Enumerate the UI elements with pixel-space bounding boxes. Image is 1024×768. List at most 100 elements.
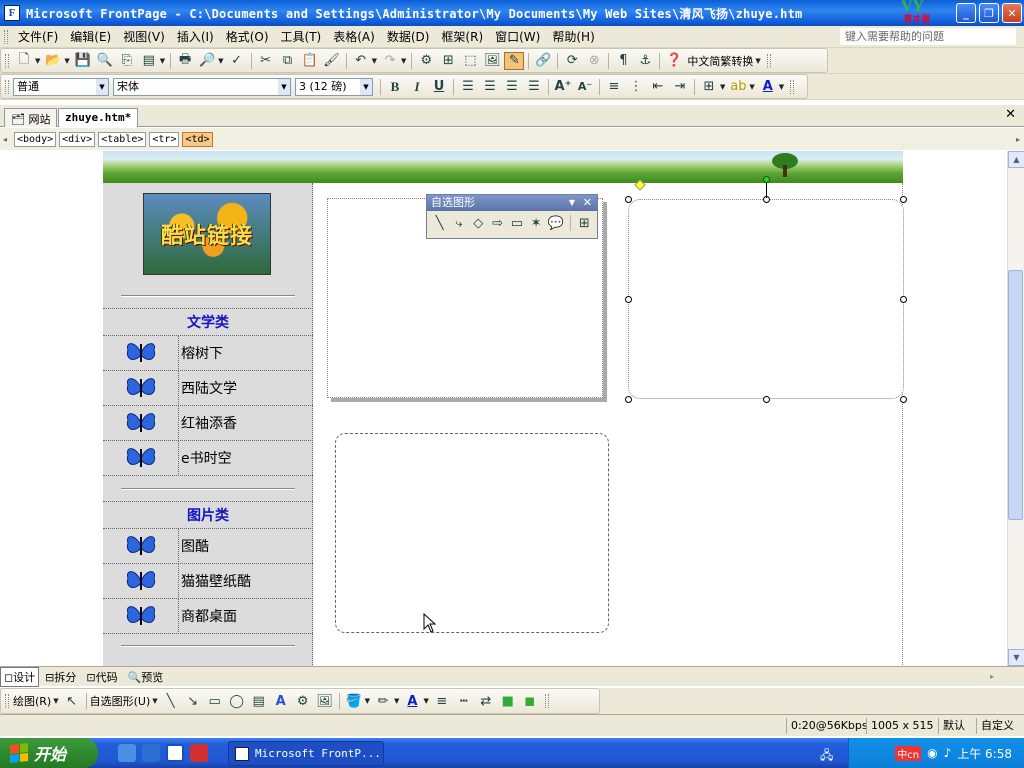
drawing-icon[interactable]: ✎	[504, 51, 525, 70]
highlight-icon[interactable]: ab	[728, 78, 748, 96]
anchor-icon[interactable]: ⚓	[635, 52, 655, 70]
dash-style-icon[interactable]: ┅	[454, 692, 474, 710]
print-icon[interactable]: 🖶	[175, 52, 195, 70]
italic-button[interactable]: I	[407, 78, 427, 96]
link-item[interactable]: e书时空	[103, 440, 313, 476]
close-toolbar-icon[interactable]: ✕	[583, 195, 592, 211]
crumb-table[interactable]: <table>	[98, 131, 147, 147]
dropdown-arrow-icon[interactable]: ▼	[53, 697, 58, 705]
draw-menu-button[interactable]: 绘图(R)	[13, 693, 51, 709]
spelling-icon[interactable]: ✓	[227, 52, 247, 70]
dashed-rounded-shape[interactable]	[335, 433, 609, 633]
frontpage-quicklaunch-icon[interactable]	[166, 744, 184, 762]
dropdown-arrow-icon[interactable]: ▼	[64, 57, 69, 65]
align-right-icon[interactable]: ☰	[502, 78, 522, 96]
align-left-icon[interactable]: ☰	[458, 78, 478, 96]
close-document-icon[interactable]: ✕	[1005, 107, 1016, 122]
tab-design[interactable]: ◻设计	[0, 666, 40, 687]
menu-data[interactable]: 数据(D)	[381, 28, 436, 45]
menu-edit[interactable]: 编辑(E)	[64, 28, 117, 45]
resize-handle[interactable]	[625, 196, 632, 203]
flowchart-icon[interactable]: ▭	[509, 214, 524, 232]
dropdown-arrow-icon[interactable]: ▼	[365, 697, 370, 705]
search-icon[interactable]: 🔍	[95, 52, 115, 70]
fill-color-icon[interactable]: 🪣	[344, 692, 364, 710]
insert-layer-icon[interactable]: ⬚	[460, 52, 480, 70]
textbox-icon[interactable]: ▤	[249, 692, 269, 710]
resize-handle[interactable]	[625, 396, 632, 403]
toolbar-grip[interactable]	[5, 694, 9, 708]
cut-icon[interactable]: ✂	[256, 52, 276, 70]
open-folder-icon[interactable]: 📂	[43, 52, 63, 70]
link-item[interactable]: 图酷	[103, 528, 313, 564]
scroll-left-icon[interactable]: ◂	[3, 135, 7, 144]
tab-code[interactable]: ⊡代码	[82, 667, 121, 687]
ime-indicator-icon[interactable]: 中cn	[895, 745, 922, 761]
line-icon[interactable]: ╲	[161, 692, 181, 710]
crumb-div[interactable]: <div>	[59, 131, 96, 147]
menu-format[interactable]: 格式(O)	[220, 28, 275, 45]
tray-app-icon[interactable]: ◉	[927, 746, 937, 760]
restore-button[interactable]: ❐	[979, 3, 999, 23]
toolbar-grip[interactable]	[4, 29, 8, 44]
help-icon[interactable]: ❓	[664, 52, 684, 70]
volume-icon[interactable]: ♪	[944, 746, 952, 760]
dropdown-arrow-icon[interactable]: ▼	[160, 57, 165, 65]
frontpage-app-icon[interactable]: F	[4, 5, 20, 21]
close-window-button[interactable]: ✕	[1002, 3, 1022, 23]
rounded-rectangle-shape[interactable]	[628, 199, 904, 399]
dropdown-arrow-icon[interactable]: ▼	[779, 83, 784, 91]
scroll-down-icon[interactable]: ▼	[1008, 649, 1024, 666]
toolbar-options-icon[interactable]: ▼	[569, 195, 575, 211]
toolbar-grip[interactable]	[544, 694, 549, 708]
custom-mode[interactable]: 自定义	[976, 718, 1018, 734]
paste-icon[interactable]: 📋	[300, 52, 320, 70]
borders-icon[interactable]: ⊞	[699, 78, 719, 96]
tab-site[interactable]: 🗂 网站	[4, 108, 58, 127]
decrease-font-icon[interactable]: A⁻	[575, 78, 595, 96]
resize-handle[interactable]	[625, 296, 632, 303]
connectors-icon[interactable]: ⤷	[451, 214, 466, 232]
clock[interactable]: 上午 6:58	[957, 745, 1012, 762]
arrow-icon[interactable]: ↘	[183, 692, 203, 710]
scrollbar-thumb[interactable]	[1008, 270, 1023, 520]
font-select[interactable]: 宋体 ▼	[113, 77, 291, 96]
rectangle-icon[interactable]: ▭	[205, 692, 225, 710]
dropdown-arrow-icon[interactable]: ▼	[35, 57, 40, 65]
link-item[interactable]: 商都桌面	[103, 598, 313, 634]
publish-icon[interactable]: ⎘	[117, 52, 137, 70]
scroll-up-icon[interactable]: ▲	[1008, 151, 1024, 168]
dropdown-arrow-icon[interactable]: ▼	[372, 57, 377, 65]
arrow-style-icon[interactable]: ⇄	[476, 692, 496, 710]
oval-icon[interactable]: ◯	[227, 692, 247, 710]
wordart-icon[interactable]: A	[271, 692, 291, 710]
style-select[interactable]: 普通 ▼	[13, 77, 109, 96]
basic-shapes-icon[interactable]: ◇	[471, 214, 486, 232]
tab-split[interactable]: ⊟拆分	[41, 667, 80, 687]
toolbar-grip[interactable]	[5, 79, 9, 94]
menu-frames[interactable]: 框架(R)	[435, 28, 489, 45]
scroll-right-icon[interactable]: ▸	[990, 672, 994, 681]
resize-handle[interactable]	[900, 296, 907, 303]
line-color-icon[interactable]: ✏	[373, 692, 393, 710]
font-size-select[interactable]: 3 (12 磅) ▼	[295, 77, 373, 96]
dropdown-arrow-icon[interactable]: ▼	[755, 57, 760, 65]
autoshapes-menu-button[interactable]: 自选图形(U)	[90, 693, 151, 709]
more-autoshapes-icon[interactable]: ⊞	[577, 214, 592, 232]
link-item[interactable]: 榕树下	[103, 335, 313, 371]
font-color-icon[interactable]: A	[758, 78, 778, 96]
undo-icon[interactable]: ↶	[351, 52, 371, 70]
menu-help[interactable]: 帮助(H)	[546, 28, 600, 45]
decrease-indent-icon[interactable]: ⇤	[648, 78, 668, 96]
cool-sites-picture[interactable]: 酷站链接	[143, 193, 271, 275]
default-mode[interactable]: 默认	[938, 718, 969, 734]
bold-button[interactable]: B	[385, 78, 405, 96]
picture-icon[interactable]: 🖼	[315, 692, 335, 710]
menu-table[interactable]: 表格(A)	[327, 28, 381, 45]
explorer-quicklaunch-icon[interactable]	[142, 744, 160, 762]
block-arrows-icon[interactable]: ⇨	[490, 214, 505, 232]
crumb-td[interactable]: <td>	[182, 131, 213, 147]
start-button[interactable]: 开始	[0, 738, 98, 768]
app-quicklaunch-icon[interactable]	[190, 744, 208, 762]
lines-icon[interactable]: ╲	[432, 214, 447, 232]
